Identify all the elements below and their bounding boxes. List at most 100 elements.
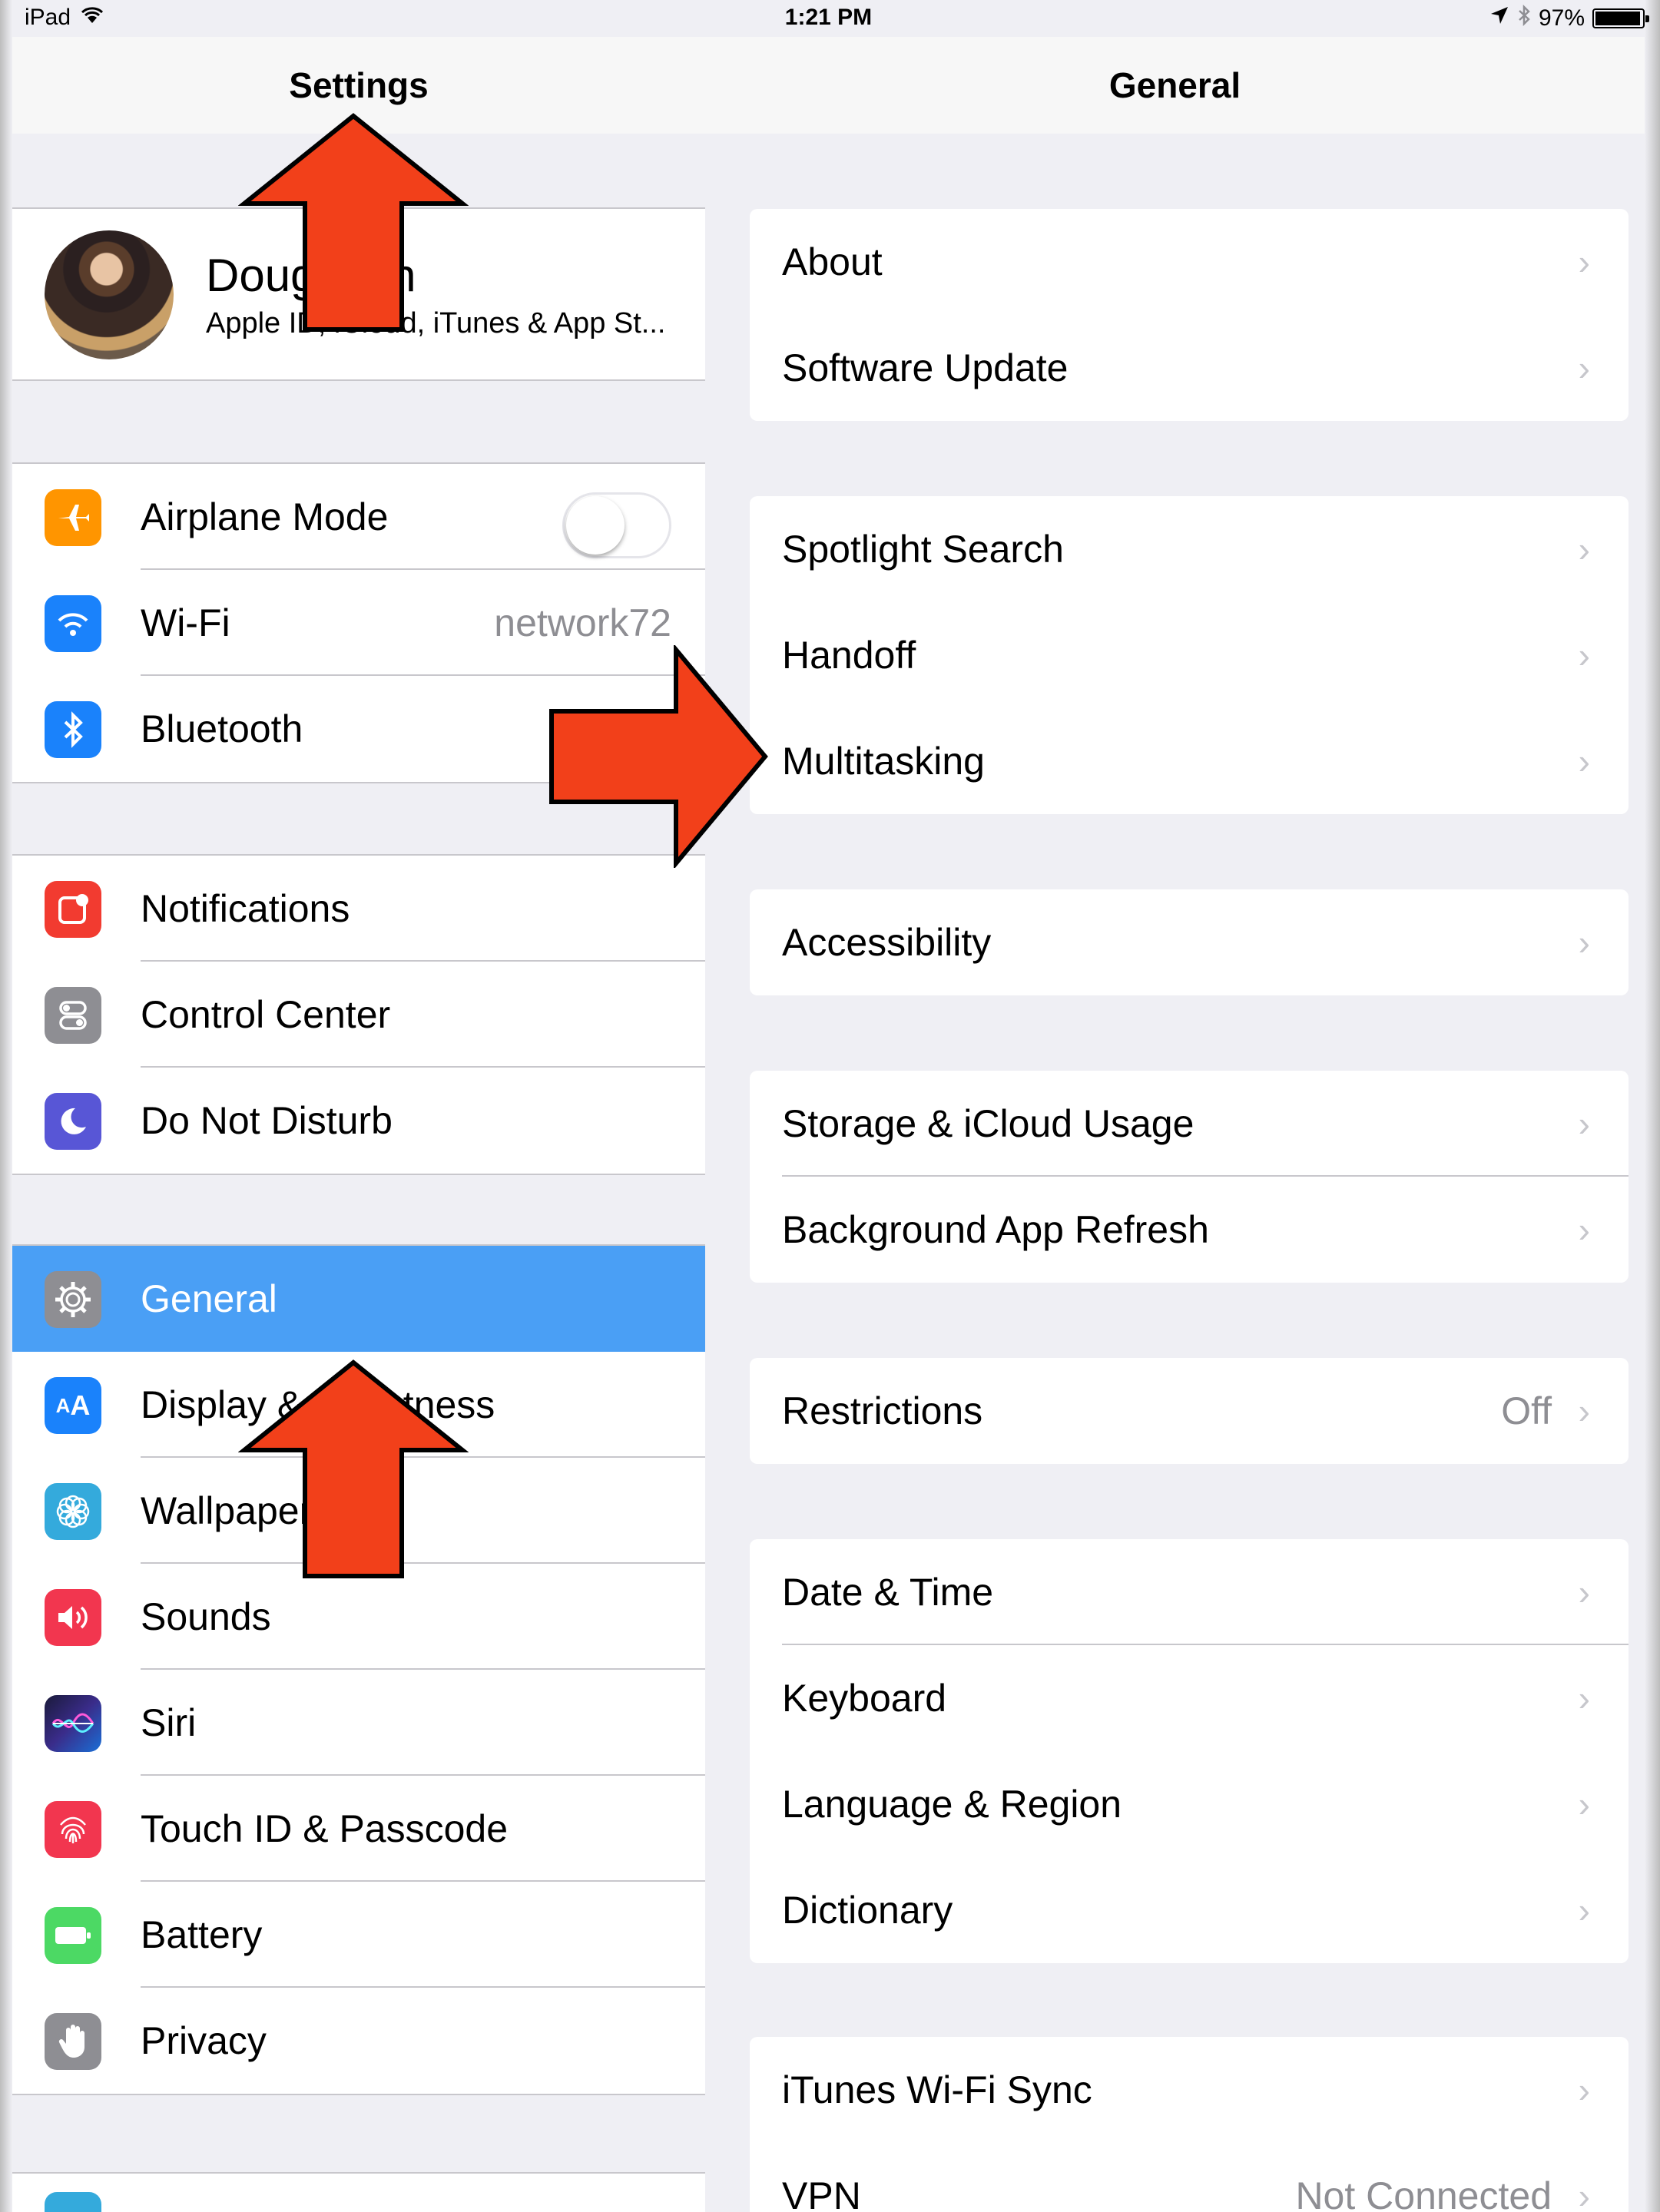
language-region-row[interactable]: Language & Region › bbox=[750, 1751, 1629, 1857]
toggle-knob bbox=[566, 496, 625, 555]
features-group: Spotlight Search › Handoff › Multitaskin… bbox=[750, 496, 1629, 814]
gear-icon bbox=[45, 1271, 101, 1328]
chevron-right-icon: › bbox=[1578, 2176, 1590, 2212]
sidebar-item-general[interactable]: General bbox=[12, 1246, 705, 1352]
ipad-screen: iPad 1:21 PM 97% Settings General Doug A… bbox=[0, 0, 1660, 2212]
row-label: VPN bbox=[782, 2174, 861, 2212]
storage-group: Storage & iCloud Usage › Background App … bbox=[750, 1071, 1629, 1283]
restrictions-value: Off bbox=[1501, 1389, 1552, 1432]
sidebar-item-label: Siri bbox=[141, 1701, 197, 1744]
flower-icon bbox=[45, 1483, 101, 1540]
accessibility-row[interactable]: Accessibility › bbox=[750, 889, 1629, 995]
bluetooth-status-icon bbox=[1517, 4, 1531, 32]
fingerprint-icon bbox=[45, 1801, 101, 1858]
screen-shadow-left bbox=[0, 0, 12, 2212]
chevron-right-icon: › bbox=[1578, 242, 1590, 282]
row-label: Multitasking bbox=[782, 740, 985, 783]
chevron-right-icon: › bbox=[1578, 1572, 1590, 1612]
storage-icloud-usage-row[interactable]: Storage & iCloud Usage › bbox=[750, 1071, 1629, 1177]
chevron-right-icon: › bbox=[1578, 1890, 1590, 1930]
row-label: Dictionary bbox=[782, 1889, 953, 1932]
next-group-partial bbox=[12, 2172, 705, 2212]
row-label: Storage & iCloud Usage bbox=[782, 1102, 1194, 1145]
sidebar-item-label: Wi-Fi bbox=[141, 601, 230, 644]
general-navbar: General bbox=[705, 37, 1645, 134]
keyboard-row[interactable]: Keyboard › bbox=[750, 1645, 1629, 1751]
status-bar: iPad 1:21 PM 97% bbox=[12, 0, 1649, 37]
accessibility-group: Accessibility › bbox=[750, 889, 1629, 995]
settings-title: Settings bbox=[289, 65, 429, 105]
sidebar-item-airplane-mode[interactable]: Airplane Mode bbox=[12, 464, 705, 570]
row-label: Handoff bbox=[782, 634, 916, 677]
sidebar-item-notifications[interactable]: Notifications bbox=[12, 856, 705, 962]
itunes-app-store-icon bbox=[45, 2192, 101, 2212]
chevron-right-icon: › bbox=[1578, 1784, 1590, 1824]
chevron-right-icon: › bbox=[1578, 741, 1590, 781]
wifi-icon bbox=[45, 595, 101, 652]
sidebar-item-label: Bluetooth bbox=[141, 707, 303, 750]
avatar bbox=[45, 230, 174, 359]
row-label: About bbox=[782, 240, 883, 283]
text-size-icon: AA bbox=[45, 1377, 101, 1434]
sidebar-item-label: General bbox=[141, 1277, 277, 1320]
itunes-wifi-sync-row[interactable]: iTunes Wi-Fi Sync › bbox=[750, 2037, 1629, 2143]
about-group: About › Software Update › bbox=[750, 209, 1629, 421]
sidebar-item-siri[interactable]: Siri bbox=[12, 1670, 705, 1776]
row-label: Background App Refresh bbox=[782, 1208, 1209, 1251]
screen-shadow-right bbox=[1645, 0, 1660, 2212]
moon-icon bbox=[45, 1093, 101, 1150]
general-title: General bbox=[1108, 65, 1241, 105]
chevron-right-icon: › bbox=[1578, 922, 1590, 962]
notifications-icon bbox=[45, 881, 101, 938]
siri-icon bbox=[45, 1695, 101, 1752]
chevron-right-icon: › bbox=[1578, 1104, 1590, 1144]
battery-indicator-icon bbox=[1592, 8, 1649, 28]
sidebar-item-privacy[interactable]: Privacy bbox=[12, 1988, 705, 2094]
control-center-icon bbox=[45, 987, 101, 1044]
hand-icon bbox=[45, 2013, 101, 2070]
sidebar-item-control-center[interactable]: Control Center bbox=[12, 962, 705, 1068]
chevron-right-icon: › bbox=[1578, 1210, 1590, 1250]
row-label: Accessibility bbox=[782, 921, 992, 964]
vpn-status-value: Not Connected bbox=[1295, 2174, 1552, 2212]
chevron-right-icon: › bbox=[1578, 529, 1590, 569]
battery-percent: 97% bbox=[1538, 5, 1585, 31]
sync-group: iTunes Wi-Fi Sync › VPN Not Connected › bbox=[750, 2037, 1629, 2212]
chevron-right-icon: › bbox=[1578, 348, 1590, 388]
airplane-mode-toggle[interactable] bbox=[562, 492, 671, 558]
sidebar-item-label: Do Not Disturb bbox=[141, 1099, 393, 1142]
row-label: Restrictions bbox=[782, 1389, 983, 1432]
settings-sidebar[interactable]: Doug Irish Apple ID, iCloud, iTunes & Ap… bbox=[12, 134, 705, 2212]
background-app-refresh-row[interactable]: Background App Refresh › bbox=[750, 1177, 1629, 1283]
bluetooth-icon bbox=[45, 701, 101, 758]
wifi-network-value: network72 bbox=[494, 601, 671, 644]
sidebar-item-battery[interactable]: Battery bbox=[12, 1882, 705, 1988]
sidebar-item-label: Sounds bbox=[141, 1595, 271, 1638]
battery-icon bbox=[45, 1907, 101, 1964]
vpn-row[interactable]: VPN Not Connected › bbox=[750, 2143, 1629, 2212]
annotation-arrow-up-general bbox=[238, 1359, 469, 1578]
about-row[interactable]: About › bbox=[750, 209, 1629, 315]
sidebar-item-label: Battery bbox=[141, 1913, 263, 1956]
annotation-arrow-up-settings bbox=[238, 113, 469, 332]
general-detail-pane[interactable]: About › Software Update › Spotlight Sear… bbox=[705, 134, 1645, 2212]
dictionary-row[interactable]: Dictionary › bbox=[750, 1857, 1629, 1963]
chevron-right-icon: › bbox=[1578, 1678, 1590, 1718]
row-label: Software Update bbox=[782, 346, 1069, 389]
spotlight-search-row[interactable]: Spotlight Search › bbox=[750, 496, 1629, 602]
sidebar-item-touch-id[interactable]: Touch ID & Passcode bbox=[12, 1776, 705, 1882]
software-update-row[interactable]: Software Update › bbox=[750, 315, 1629, 421]
sidebar-item-do-not-disturb[interactable]: Do Not Disturb bbox=[12, 1068, 705, 1174]
multitasking-row[interactable]: Multitasking › bbox=[750, 708, 1629, 814]
sidebar-item-label: Airplane Mode bbox=[141, 495, 389, 538]
chevron-right-icon: › bbox=[1578, 635, 1590, 675]
date-time-row[interactable]: Date & Time › bbox=[750, 1539, 1629, 1645]
system-group: Notifications Control Center Do Not Dist… bbox=[12, 854, 705, 1175]
row-label: Language & Region bbox=[782, 1783, 1122, 1826]
restrictions-group: Restrictions Off › bbox=[750, 1358, 1629, 1464]
row-label: iTunes Wi-Fi Sync bbox=[782, 2068, 1092, 2111]
restrictions-row[interactable]: Restrictions Off › bbox=[750, 1358, 1629, 1464]
chevron-right-icon: › bbox=[1578, 1391, 1590, 1431]
status-time: 1:21 PM bbox=[784, 5, 873, 30]
handoff-row[interactable]: Handoff › bbox=[750, 602, 1629, 708]
